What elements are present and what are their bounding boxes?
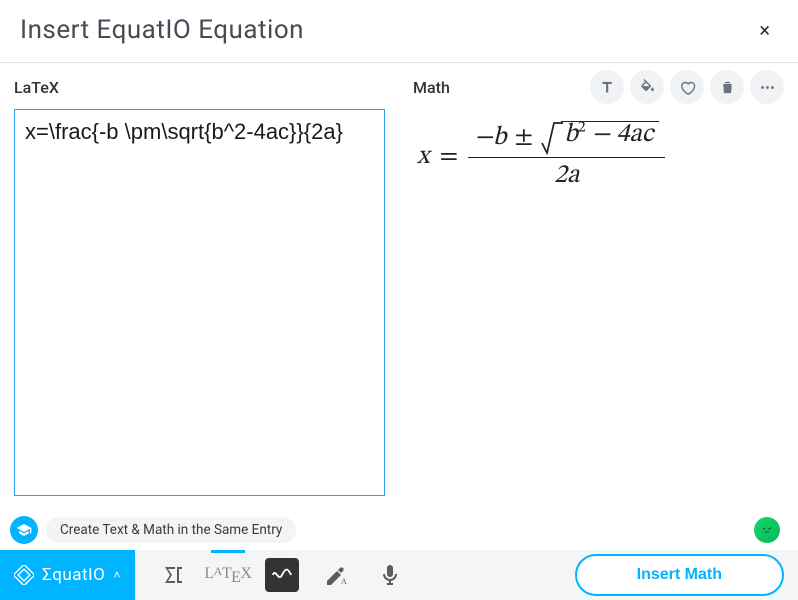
feedback-button[interactable] xyxy=(754,517,780,543)
tip-bar: Create Text & Math in the Same Entry xyxy=(0,510,798,550)
math-preview: x = −b ± b2 − 4ac xyxy=(413,109,784,496)
text-style-button[interactable] xyxy=(590,70,624,104)
eq-lhs: x xyxy=(417,141,429,174)
close-button[interactable]: × xyxy=(751,14,778,46)
radical-icon xyxy=(541,121,563,155)
eq-sqrt: b2 − 4ac xyxy=(541,121,659,155)
brand-logo-icon xyxy=(14,565,34,585)
radicand-b: b xyxy=(564,122,578,148)
graduation-cap-icon xyxy=(16,522,32,538)
editor-body: LaTeX Math xyxy=(0,63,798,510)
delete-icon xyxy=(719,79,736,96)
more-icon xyxy=(759,79,776,96)
delete-button[interactable] xyxy=(710,70,744,104)
window-title: Insert EquatIO Equation xyxy=(20,15,304,45)
latex-tool[interactable]: LATEX xyxy=(211,558,245,592)
math-pane: Math xyxy=(399,63,798,510)
bottom-toolbar: ΣquatIO ˄ LATEX A Insert Math xyxy=(0,550,798,600)
radicand-exp: 2 xyxy=(578,119,586,135)
speech-tool[interactable] xyxy=(373,558,407,592)
smiley-icon xyxy=(759,522,775,538)
equation-editor-tool[interactable] xyxy=(157,558,191,592)
more-button[interactable] xyxy=(750,70,784,104)
brand-label: ΣquatIO xyxy=(42,565,105,585)
microphone-icon xyxy=(380,564,400,586)
latex-input[interactable] xyxy=(14,109,385,496)
brand-menu[interactable]: ΣquatIO ˄ xyxy=(0,550,135,600)
insert-math-button[interactable]: Insert Math xyxy=(575,554,784,596)
pen-icon: A xyxy=(324,564,348,586)
tip-text[interactable]: Create Text & Math in the Same Entry xyxy=(46,517,296,543)
favorite-icon xyxy=(679,79,696,96)
graph-tool[interactable] xyxy=(265,558,299,592)
handwriting-tool[interactable]: A xyxy=(319,558,353,592)
paint-bucket-icon xyxy=(639,79,656,96)
eq-plus-minus: ± xyxy=(515,122,534,155)
tip-icon-button[interactable] xyxy=(10,516,38,544)
eq-sign: = xyxy=(439,141,458,174)
eq-denominator: 2a xyxy=(548,158,585,195)
radicand-rest: − 4ac xyxy=(586,122,654,148)
graph-icon xyxy=(271,564,293,586)
latex-label: LaTeX xyxy=(14,78,59,97)
titlebar: Insert EquatIO Equation × xyxy=(0,0,798,63)
eq-minus-b: −b xyxy=(474,122,506,155)
latex-pane: LaTeX xyxy=(0,63,399,510)
chevron-up-icon: ˄ xyxy=(113,568,121,582)
text-style-icon xyxy=(599,79,616,96)
svg-text:A: A xyxy=(341,577,347,586)
sigma-icon xyxy=(162,565,186,585)
fill-button[interactable] xyxy=(630,70,664,104)
favorite-button[interactable] xyxy=(670,70,704,104)
math-label: Math xyxy=(413,78,450,97)
latex-icon: LATEX xyxy=(204,564,251,587)
eq-fraction: −b ± b2 − 4ac 2a xyxy=(468,119,665,195)
